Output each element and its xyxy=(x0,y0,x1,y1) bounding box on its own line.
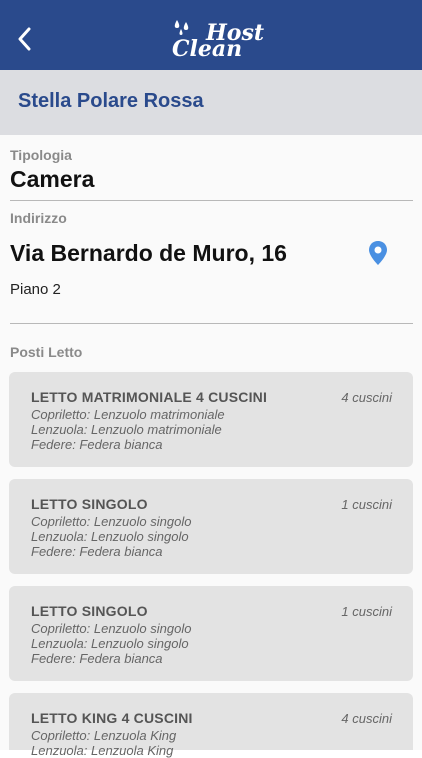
bed-pillow-count: 1 cuscini xyxy=(341,497,392,512)
bed-federe: Federe: Federa bianca xyxy=(31,651,163,666)
tipologia-label: Tipologia xyxy=(10,147,72,163)
bed-federe: Federe: Federa bianca xyxy=(31,544,163,559)
tipologia-value: Camera xyxy=(10,166,95,192)
bed-federe: Federe: Federa bianca xyxy=(31,437,163,452)
host-clean-logo: Host Clean xyxy=(168,12,264,62)
bed-lenzuola: Lenzuola: Lenzuola King xyxy=(31,743,174,758)
indirizzo-label: Indirizzo xyxy=(10,210,67,226)
bed-card[interactable]: LETTO SINGOLO 1 cuscini Copriletto: Lenz… xyxy=(9,586,413,681)
bed-name: LETTO SINGOLO xyxy=(31,496,148,512)
navbar: Host Clean xyxy=(0,0,422,70)
bed-name: LETTO KING 4 CUSCINI xyxy=(31,710,193,726)
bed-card[interactable]: LETTO SINGOLO 1 cuscini Copriletto: Lenz… xyxy=(9,479,413,574)
chevron-left-icon xyxy=(18,27,31,51)
piano-value: Piano 2 xyxy=(10,281,61,298)
bed-copriletto: Copriletto: Lenzuolo singolo xyxy=(31,621,192,636)
indirizzo-value: Via Bernardo de Muro, 16 xyxy=(10,240,287,266)
bed-lenzuola: Lenzuola: Lenzuolo matrimoniale xyxy=(31,422,222,437)
bed-pillow-count: 4 cuscini xyxy=(341,390,392,405)
bed-copriletto: Copriletto: Lenzuolo matrimoniale xyxy=(31,407,225,422)
bed-lenzuola: Lenzuola: Lenzuolo singolo xyxy=(31,529,189,544)
divider xyxy=(10,200,413,201)
divider xyxy=(10,323,413,324)
bed-copriletto: Copriletto: Lenzuolo singolo xyxy=(31,514,192,529)
bed-name: LETTO SINGOLO xyxy=(31,603,148,619)
back-button[interactable] xyxy=(10,22,40,56)
map-pin-icon[interactable] xyxy=(368,240,388,266)
logo-clean-text: Clean xyxy=(172,36,243,62)
bed-lenzuola: Lenzuola: Lenzuolo singolo xyxy=(31,636,189,651)
water-drops-icon xyxy=(174,20,189,35)
bed-copriletto: Copriletto: Lenzuola King xyxy=(31,728,177,743)
bed-card[interactable]: LETTO KING 4 CUSCINI 4 cuscini Coprilett… xyxy=(9,693,413,758)
bed-card[interactable]: LETTO MATRIMONIALE 4 CUSCINI 4 cuscini C… xyxy=(9,372,413,467)
bed-pillow-count: 4 cuscini xyxy=(341,711,392,726)
bed-name: LETTO MATRIMONIALE 4 CUSCINI xyxy=(31,389,268,405)
page-title: Stella Polare Rossa xyxy=(18,90,204,112)
posti-letto-label: Posti Letto xyxy=(10,344,83,360)
bed-pillow-count: 1 cuscini xyxy=(341,604,392,619)
